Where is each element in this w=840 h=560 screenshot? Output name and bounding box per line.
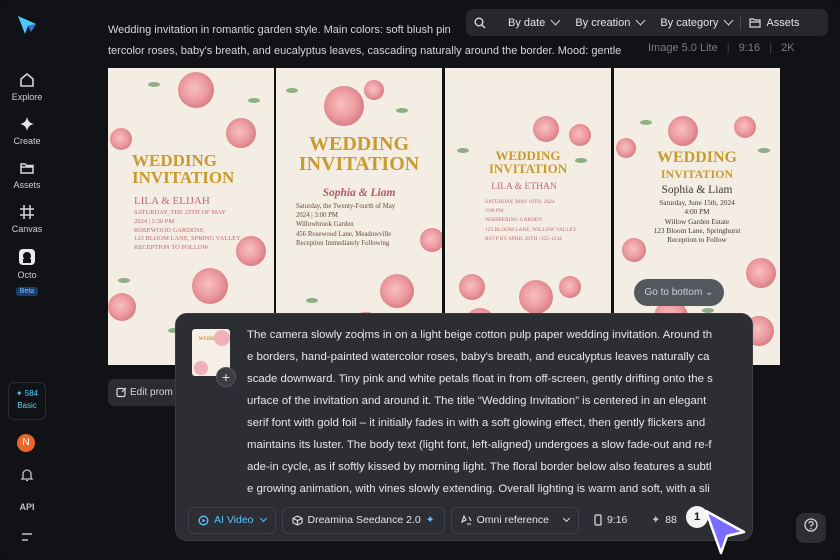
portrait-icon <box>594 514 602 526</box>
by-creation-label: By creation <box>575 16 631 29</box>
sidebar-item-label: Octo <box>17 270 37 280</box>
octo-icon <box>19 249 35 265</box>
by-category-label: By category <box>660 16 719 29</box>
logo-icon[interactable] <box>16 14 38 36</box>
chevron-down-icon <box>723 15 734 26</box>
by-creation-dropdown[interactable]: By creation <box>567 9 652 36</box>
chevron-down-icon <box>550 15 561 26</box>
sidebar-item-label: Assets <box>13 180 41 190</box>
sidebar-item-canvas[interactable]: Canvas <box>0 204 54 234</box>
menu-icon[interactable] <box>0 532 54 544</box>
beta-badge: Beta <box>15 287 39 296</box>
chevron-down-icon <box>259 514 267 523</box>
chevron-down-icon <box>635 15 646 26</box>
search-icon <box>474 17 486 28</box>
sidebar-item-label: Explore <box>11 92 43 102</box>
invite-details: SATURDAY, THE 25TH OF MAY 2024 | 2:30 PM R… <box>134 209 241 252</box>
invite-title: WEDDING INVITATION <box>488 148 568 176</box>
invite-title: WEDDING INVITATION <box>656 149 737 181</box>
mode-label: AI Video <box>214 514 254 526</box>
sidebar: Explore Create Assets Canvas Octo Beta ✦… <box>0 0 54 560</box>
by-date-label: By date <box>508 16 546 29</box>
by-category-dropdown[interactable]: By category <box>652 9 740 36</box>
chevron-down-icon <box>562 514 570 523</box>
cost-label: 88 <box>665 514 677 526</box>
assets-button[interactable]: Assets <box>741 9 807 36</box>
edit-prompt-button[interactable]: Edit prom <box>108 379 184 406</box>
prompt-textarea[interactable]: The camera slowly zooms in on a light be… <box>247 324 713 500</box>
canvas-icon <box>20 205 34 219</box>
ratio-label: 9:16 <box>738 42 761 54</box>
folder-icon <box>749 18 762 28</box>
bell-icon[interactable] <box>0 468 54 484</box>
sparkle-icon: ✦ <box>425 514 435 526</box>
prompt-line: tercolor roses, baby's breath, and eucal… <box>108 45 622 57</box>
prompt-composer: WEDDING + The camera slowly zooms in on … <box>175 313 753 541</box>
credits-value: ✦ 584 <box>15 389 39 398</box>
assets-label: Assets <box>766 16 800 29</box>
couple-names: Sophia & Liam <box>322 187 396 199</box>
model-selector[interactable]: Dreamina Seedance 2.0 ✦ <box>281 506 445 534</box>
couple-names: Sophia & Liam <box>661 184 733 196</box>
reference-icon <box>460 514 472 525</box>
mode-dropdown[interactable]: AI Video <box>188 506 276 534</box>
composer-options: AI Video Dreamina Seedance 2.0 ✦ Omni ref… <box>188 505 692 535</box>
double-chevron-down-icon: ⌄ <box>705 287 714 298</box>
by-date-dropdown[interactable]: By date <box>494 9 567 36</box>
help-icon <box>804 518 818 532</box>
sidebar-item-label: Canvas <box>11 224 43 234</box>
cube-icon <box>291 514 303 526</box>
cursor-pointer-icon <box>704 509 746 555</box>
sparkle-icon <box>20 117 34 131</box>
invite-details: Saturday, the Twenty-Fourth of May 2024 |… <box>296 203 396 247</box>
reference-label: Omni reference <box>476 514 549 526</box>
model-label: Image 5.0 Lite <box>648 42 718 54</box>
help-button[interactable] <box>796 513 826 543</box>
avatar[interactable]: N <box>17 434 35 452</box>
sidebar-item-assets[interactable]: Assets <box>0 160 54 190</box>
go-to-bottom-label: Go to bottom <box>644 287 703 298</box>
reference-dropdown[interactable]: Omni reference <box>450 506 579 534</box>
cost-indicator: ✦ 88 <box>642 507 686 534</box>
sidebar-item-label: Create <box>13 136 41 146</box>
go-to-bottom-button[interactable]: Go to bottom ⌄ <box>634 279 724 306</box>
search-button[interactable] <box>466 9 494 36</box>
ratio-label: 9:16 <box>606 514 628 526</box>
invite-details: SATURDAY, MAY 18TH, 2024 3:00 PM WHISPERIN… <box>485 199 577 242</box>
folder-icon <box>20 163 34 174</box>
invite-title: WEDDING INVITATION <box>132 151 235 187</box>
resolution-label: 2K <box>781 42 795 54</box>
add-reference-button[interactable]: + <box>216 367 236 387</box>
plan-label: Basic <box>17 401 37 410</box>
generation-meta: Image 5.0 Lite | 9:16 | 2K <box>648 42 795 54</box>
ai-video-icon <box>198 515 209 525</box>
filter-toolbar: By date By creation By category Assets <box>466 9 828 36</box>
api-link[interactable]: API <box>0 502 54 512</box>
sidebar-item-octo[interactable]: Octo Beta <box>0 248 54 298</box>
invite-title: WEDDING INVITATION <box>298 133 420 175</box>
sidebar-item-explore[interactable]: Explore <box>0 72 54 102</box>
couple-names: LILA & ELIJAH <box>134 195 210 207</box>
edit-prompt-label: Edit prom <box>130 387 173 398</box>
credits-badge[interactable]: ✦ 584 Basic <box>8 382 46 420</box>
invite-details: Saturday, June 15th, 2024 4:00 PM Willow G… <box>653 198 741 245</box>
app-window: Explore Create Assets Canvas Octo Beta ✦… <box>0 0 840 560</box>
couple-names: LILA & ETHAN <box>491 182 557 192</box>
model-label: Dreamina Seedance 2.0 <box>307 514 421 526</box>
sidebar-item-create[interactable]: Create <box>0 116 54 146</box>
home-icon <box>20 73 34 87</box>
credit-icon: ✦ <box>651 514 661 526</box>
edit-icon <box>116 387 127 398</box>
ratio-selector[interactable]: 9:16 <box>585 507 636 534</box>
